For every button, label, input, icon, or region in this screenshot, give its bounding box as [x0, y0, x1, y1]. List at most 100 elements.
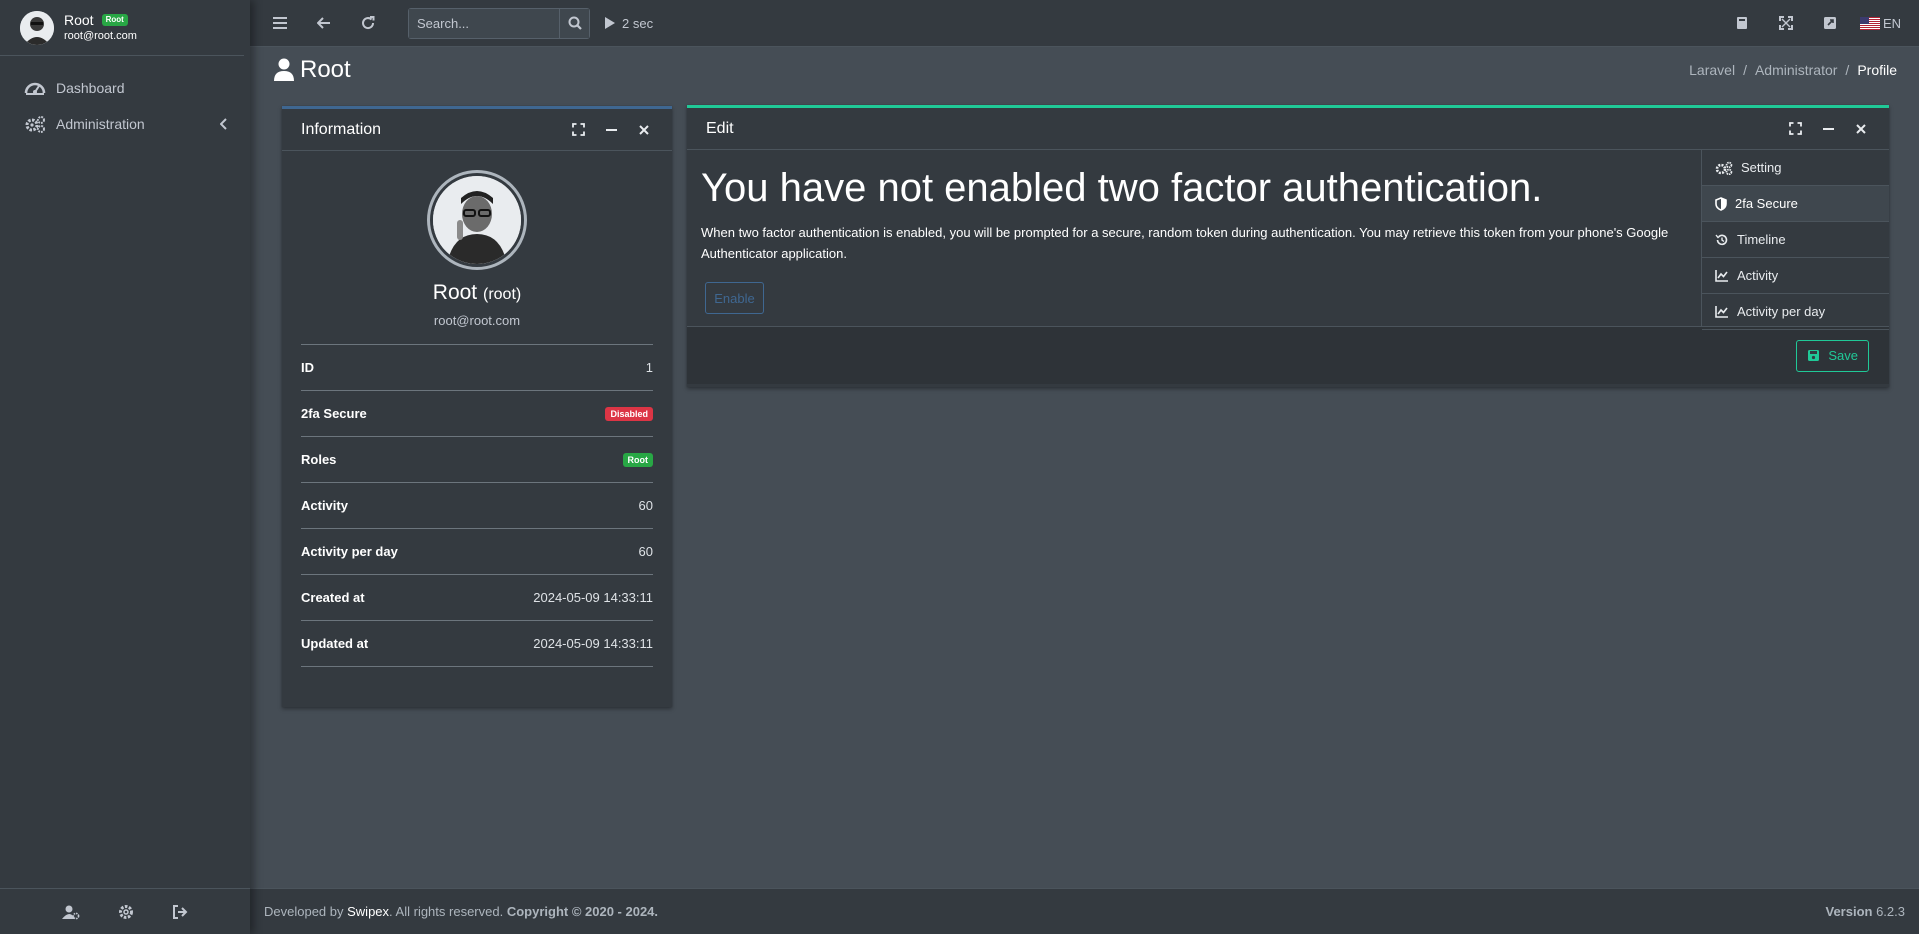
page-title: Root	[274, 56, 351, 84]
sidebar-footer	[0, 888, 250, 934]
page-footer: Developed by Swipex. All rights reserved…	[250, 888, 1919, 934]
dashboard-icon	[24, 79, 46, 97]
user-email: root@root.com	[64, 29, 137, 42]
profile-avatar	[427, 170, 527, 270]
info-value: 1	[645, 360, 653, 375]
tab-activity-per-day[interactable]: Activity per day	[1702, 294, 1889, 330]
search-input[interactable]	[409, 8, 559, 38]
gear-icon[interactable]	[118, 904, 134, 920]
info-row-activity-per-day: Activity per day 60	[301, 529, 653, 575]
back-arrow-icon[interactable]	[304, 3, 344, 43]
close-icon[interactable]	[635, 121, 653, 139]
close-icon[interactable]	[1852, 120, 1870, 138]
breadcrumb-item-administrator[interactable]: Administrator	[1755, 62, 1837, 78]
footer-version-number: 6.2.3	[1876, 904, 1905, 919]
refresh-icon[interactable]	[348, 3, 388, 43]
info-key: Roles	[301, 452, 337, 467]
footer-version-label: Version	[1825, 904, 1873, 919]
info-list: ID 1 2fa Secure Disabled Roles Root Acti…	[301, 344, 653, 667]
footer-rights: . All rights reserved.	[389, 904, 504, 919]
breadcrumb-item-laravel[interactable]: Laravel	[1689, 62, 1735, 78]
play-icon	[604, 16, 616, 30]
info-row-updated-at: Updated at 2024-05-09 14:33:11	[301, 621, 653, 667]
info-value: 60	[638, 544, 653, 559]
tfa-panel: You have not enabled two factor authenti…	[687, 150, 1701, 326]
card-title: Information	[301, 120, 382, 138]
card-footer: Save	[687, 326, 1889, 384]
info-key: Activity	[301, 498, 348, 513]
info-key: Updated at	[301, 636, 369, 651]
footer-copyright: Copyright © 2020 - 2024.	[506, 904, 659, 919]
status-badge-disabled: Disabled	[605, 406, 653, 421]
footer-company-link[interactable]: Swipex	[347, 904, 389, 919]
role-badge: Root	[622, 452, 653, 467]
line-chart-icon	[1715, 305, 1729, 318]
tab-label: Activity per day	[1737, 304, 1826, 319]
sidebar-item-dashboard[interactable]: Dashboard	[0, 70, 250, 106]
avatar[interactable]	[20, 10, 54, 45]
sidebar-item-administration[interactable]: Administration	[0, 106, 250, 142]
footer-version: Version 6.2.3	[1825, 904, 1905, 919]
tab-2fa-secure[interactable]: 2fa Secure	[1702, 186, 1889, 222]
info-row-2fa: 2fa Secure Disabled	[301, 391, 653, 437]
profile-username: (root)	[482, 286, 522, 303]
user-cog-icon[interactable]	[62, 904, 80, 920]
breadcrumb: Laravel / Administrator / Profile	[1689, 62, 1897, 78]
sidebar-nav: Dashboard Administration	[0, 70, 250, 142]
info-key: 2fa Secure	[301, 406, 367, 421]
save-button[interactable]: Save	[1796, 339, 1869, 372]
save-label: Save	[1828, 348, 1858, 363]
chevron-left-icon	[220, 118, 228, 130]
language-selector[interactable]: EN	[1852, 16, 1919, 31]
cogs-icon	[24, 115, 46, 133]
user-name: Root	[64, 11, 94, 28]
cogs-icon	[1715, 161, 1733, 175]
user-panel[interactable]: Root Root root@root.com	[0, 0, 244, 56]
footer-developed-by: Developed by	[264, 904, 344, 919]
expand-icon[interactable]	[569, 121, 587, 139]
expand-icon[interactable]	[1786, 120, 1804, 138]
enable-button[interactable]: Enable	[705, 282, 764, 314]
info-value: 2024-05-09 14:33:11	[533, 636, 653, 651]
card-header: Information	[282, 109, 672, 151]
tfa-heading: You have not enabled two factor authenti…	[701, 166, 1543, 210]
timer-text: 2 sec	[622, 15, 654, 31]
vertical-tabs: Setting 2fa Secure Timeline Activity Act…	[1701, 150, 1889, 330]
sign-out-icon[interactable]	[172, 904, 188, 920]
minimize-icon[interactable]	[1819, 120, 1837, 138]
profile-email: root@root.com	[433, 313, 521, 328]
card-header: Edit	[687, 108, 1889, 150]
page-title-text: Root	[300, 56, 351, 83]
tab-label: Timeline	[1737, 232, 1786, 247]
us-flag-icon	[1859, 16, 1880, 30]
minimize-icon[interactable]	[602, 121, 620, 139]
sidebar: Root Root root@root.com Dashboard Admini…	[0, 0, 250, 934]
search-icon	[568, 16, 582, 30]
tab-label: 2fa Secure	[1735, 196, 1798, 211]
sidebar-item-label: Administration	[56, 116, 145, 132]
info-key: Activity per day	[301, 544, 398, 559]
render-timer: 2 sec	[604, 16, 653, 31]
information-card: Information Root (root) root@root.com ID…	[282, 106, 672, 707]
info-value: 2024-05-09 14:33:11	[533, 590, 653, 605]
info-row-roles: Roles Root	[301, 437, 653, 483]
tab-timeline[interactable]: Timeline	[1702, 222, 1889, 258]
tab-label: Activity	[1737, 268, 1779, 283]
info-row-activity: Activity 60	[301, 483, 653, 529]
fullscreen-icon[interactable]	[1764, 3, 1808, 43]
tab-setting[interactable]: Setting	[1702, 150, 1889, 186]
tab-activity[interactable]: Activity	[1702, 258, 1889, 294]
hamburger-menu-icon[interactable]	[260, 3, 300, 43]
info-row-created-at: Created at 2024-05-09 14:33:11	[301, 575, 653, 621]
tab-label: Setting	[1741, 160, 1782, 175]
top-navbar: 2 sec EN	[250, 0, 1919, 47]
search-button[interactable]	[559, 8, 589, 38]
edit-card: Edit You have not enabled two factor aut…	[687, 105, 1889, 387]
save-icon	[1807, 349, 1820, 362]
breadcrumb-separator: /	[1845, 62, 1850, 78]
external-link-icon[interactable]	[1808, 3, 1852, 43]
tfa-description: When two factor authentication is enable…	[701, 225, 1669, 261]
profile-name-text: Root	[432, 281, 478, 304]
user-icon	[274, 58, 294, 82]
book-icon[interactable]	[1720, 3, 1764, 43]
